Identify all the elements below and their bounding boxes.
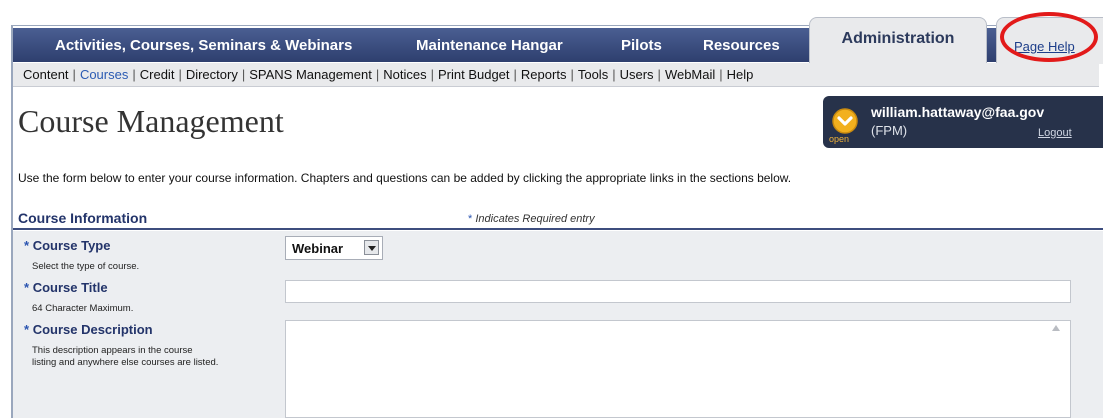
- section-title: Course Information: [18, 210, 148, 226]
- scroll-up-arrow-icon[interactable]: [1052, 325, 1060, 331]
- page-help-link[interactable]: Page Help: [1014, 39, 1075, 54]
- nav-item-activities[interactable]: Activities, Courses, Seminars & Webinars: [55, 28, 352, 62]
- subnav-item-tools[interactable]: Tools: [578, 67, 608, 82]
- course-title-label: * Course Title: [24, 280, 108, 295]
- subnav-separator: |: [513, 67, 517, 82]
- user-status-label: open: [829, 134, 850, 144]
- subnav-separator: |: [178, 67, 182, 82]
- subnav-separator: |: [570, 67, 574, 82]
- course-type-label: * Course Type: [24, 238, 110, 253]
- subnav-item-help[interactable]: Help: [727, 67, 754, 82]
- course-description-label: * Course Description: [24, 322, 153, 337]
- required-star: *: [24, 322, 30, 337]
- course-title-hint: 64 Character Maximum.: [32, 303, 134, 314]
- section-divider: [13, 228, 1103, 230]
- subnav-separator: |: [132, 67, 136, 82]
- page-help-tab: Page Help: [996, 17, 1103, 64]
- form-instructions: Use the form below to enter your course …: [18, 171, 792, 185]
- required-star: *: [24, 280, 30, 295]
- subnav-separator: |: [612, 67, 616, 82]
- logout-link[interactable]: Logout: [1038, 127, 1072, 139]
- subnav-separator: |: [657, 67, 661, 82]
- subnav-item-credit[interactable]: Credit: [140, 67, 175, 82]
- nav-item-administration[interactable]: Administration: [809, 17, 987, 64]
- subnav-item-spans-management[interactable]: SPANS Management: [249, 67, 372, 82]
- subnav-item-notices[interactable]: Notices: [383, 67, 426, 82]
- user-email: william.hattaway@faa.gov: [871, 104, 1045, 120]
- subnav-item-users[interactable]: Users: [620, 67, 654, 82]
- course-description-textarea[interactable]: [285, 320, 1071, 418]
- course-title-label-text: Course Title: [32, 280, 108, 295]
- course-description-hint-line2: listing and anywhere else courses are li…: [32, 357, 219, 368]
- subnav-item-reports[interactable]: Reports: [521, 67, 567, 82]
- nav-item-resources[interactable]: Resources: [703, 28, 780, 62]
- subnav-item-content[interactable]: Content: [23, 67, 69, 82]
- subnav-item-courses[interactable]: Courses: [80, 67, 128, 82]
- nav-item-pilots[interactable]: Pilots: [621, 28, 662, 62]
- required-star: *: [468, 213, 473, 225]
- course-type-hint: Select the type of course.: [32, 261, 140, 272]
- required-entry-note: * Indicates Required entry: [468, 213, 595, 225]
- nav-item-maintenance-hangar[interactable]: Maintenance Hangar: [416, 28, 563, 62]
- course-type-select[interactable]: Webinar: [285, 236, 383, 260]
- subnav-separator: |: [375, 67, 380, 82]
- subnav-separator: |: [72, 67, 76, 82]
- subnav-separator: |: [430, 67, 434, 82]
- subnav-item-print-budget[interactable]: Print Budget: [438, 67, 510, 82]
- sub-nav-bar: Content | Courses | Credit | Directory | SPANS M…: [13, 63, 1099, 87]
- required-entry-text: Indicates Required entry: [475, 213, 595, 225]
- course-description-hint-line1: This description appears in the course: [32, 345, 193, 356]
- subnav-item-webmail[interactable]: WebMail: [665, 67, 715, 82]
- course-type-label-text: Course Type: [32, 238, 111, 253]
- subnav-item-directory[interactable]: Directory: [186, 67, 238, 82]
- course-title-input[interactable]: [285, 280, 1071, 303]
- user-role: (FPM): [871, 123, 908, 138]
- nav-item-administration-label: Administration: [841, 30, 955, 47]
- course-description-label-text: Course Description: [32, 322, 153, 337]
- user-info-box: open william.hattaway@faa.gov (FPM) Logo…: [823, 96, 1103, 148]
- chevron-down-icon[interactable]: [364, 240, 379, 255]
- chevron-down-circle-icon[interactable]: [831, 107, 859, 135]
- subnav-separator: |: [241, 67, 246, 82]
- required-star: *: [24, 238, 30, 253]
- course-type-selected-value: Webinar: [292, 241, 344, 256]
- page-title: Course Management: [18, 103, 284, 139]
- subnav-separator: |: [719, 67, 723, 82]
